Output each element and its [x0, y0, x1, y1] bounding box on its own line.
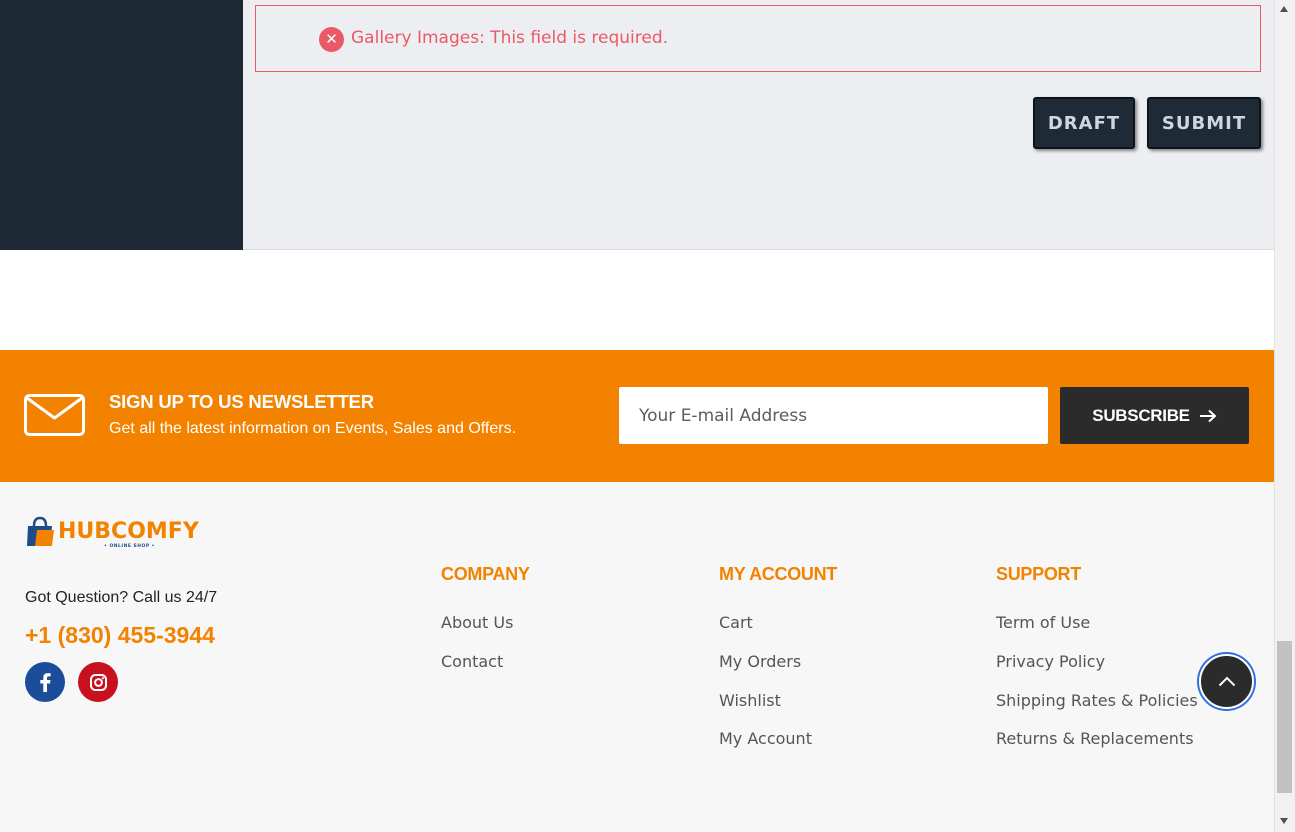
scroll-down-arrow-icon[interactable]	[1280, 818, 1288, 824]
subscribe-label: SUBSCRIBE	[1092, 405, 1190, 425]
footer-link-about-us[interactable]: About Us	[441, 613, 513, 632]
error-alert: ✕ Gallery Images: This field is required…	[255, 5, 1261, 72]
error-message: Gallery Images: This field is required.	[351, 28, 669, 48]
support-question: Got Question? Call us 24/7	[25, 589, 218, 606]
facebook-icon	[39, 672, 51, 692]
logo-wordmark: HUBCOMFY	[58, 519, 199, 544]
scroll-up-arrow-icon[interactable]	[1280, 6, 1288, 12]
scrollbar-thumb[interactable]	[1277, 641, 1292, 793]
dashboard-sidebar	[0, 0, 243, 250]
newsletter-title: SIGN UP TO US NEWSLETTER	[109, 391, 374, 412]
draft-button[interactable]: DRAFT	[1033, 97, 1135, 149]
logo-tagline: • ONLINE SHOP •	[104, 544, 156, 549]
chevron-up-icon	[1218, 676, 1235, 687]
envelope-icon	[24, 394, 85, 436]
footer-link-wishlist[interactable]: Wishlist	[719, 691, 781, 710]
instagram-button[interactable]	[78, 662, 118, 702]
my-account-heading: MY ACCOUNT	[719, 564, 837, 584]
email-input[interactable]	[619, 387, 1048, 444]
instagram-icon	[89, 673, 107, 691]
footer-link-shipping-rates[interactable]: Shipping Rates & Policies	[996, 691, 1198, 710]
footer-link-term-of-use[interactable]: Term of Use	[996, 613, 1090, 632]
footer-link-contact[interactable]: Contact	[441, 652, 503, 671]
facebook-button[interactable]	[25, 662, 65, 702]
footer-link-privacy-policy[interactable]: Privacy Policy	[996, 652, 1105, 671]
subscribe-button[interactable]: SUBSCRIBE	[1060, 387, 1249, 444]
newsletter-subtitle: Get all the latest information on Events…	[109, 420, 517, 437]
submit-button[interactable]: SUBMIT	[1147, 97, 1261, 149]
scroll-to-top-button[interactable]	[1199, 654, 1254, 709]
close-circle-icon: ✕	[319, 27, 344, 52]
arrow-right-icon	[1199, 409, 1217, 422]
footer-link-cart[interactable]: Cart	[719, 613, 753, 632]
footer-link-my-orders[interactable]: My Orders	[719, 652, 801, 671]
phone-number[interactable]: +1 (830) 455-3944	[25, 622, 215, 649]
form-panel: ✕ Gallery Images: This field is required…	[0, 0, 1274, 250]
footer-link-my-account[interactable]: My Account	[719, 729, 812, 748]
company-heading: COMPANY	[441, 564, 530, 584]
footer-link-returns[interactable]: Returns & Replacements	[996, 729, 1194, 748]
support-heading: SUPPORT	[996, 564, 1081, 584]
